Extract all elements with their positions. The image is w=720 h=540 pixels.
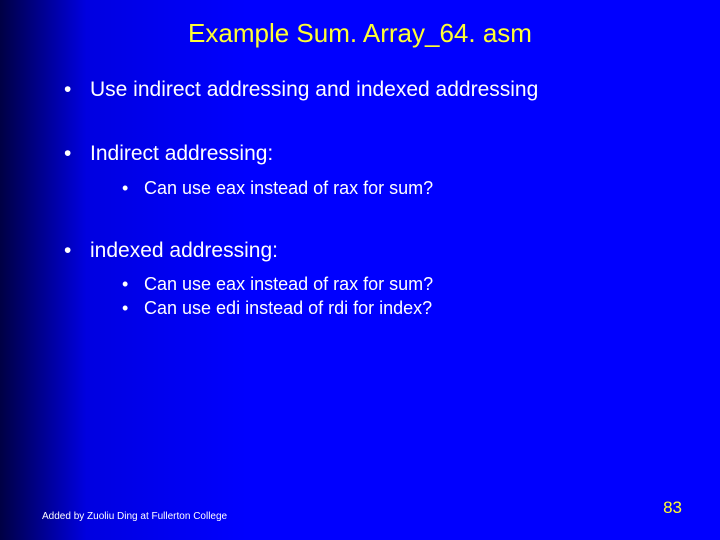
sub-bullet-item: Can use eax instead of rax for sum? bbox=[118, 272, 680, 296]
bullet-text: Indirect addressing: bbox=[90, 142, 273, 165]
slide: Example Sum. Array_64. asm Use indirect … bbox=[0, 0, 720, 540]
sub-bullet-text: Can use edi instead of rdi for index? bbox=[144, 298, 432, 318]
sub-bullet-list: Can use eax instead of rax for sum? Can … bbox=[118, 272, 680, 321]
bullet-text: Use indirect addressing and indexed addr… bbox=[90, 78, 538, 101]
page-number: 83 bbox=[663, 498, 682, 518]
bullet-item: Use indirect addressing and indexed addr… bbox=[60, 77, 680, 103]
slide-content: Use indirect addressing and indexed addr… bbox=[0, 77, 720, 321]
footer-credit: Added by Zuoliu Ding at Fullerton Colleg… bbox=[42, 511, 227, 522]
bullet-list: Use indirect addressing and indexed addr… bbox=[60, 77, 680, 321]
bullet-item: indexed addressing: Can use eax instead … bbox=[60, 238, 680, 321]
slide-title: Example Sum. Array_64. asm bbox=[0, 0, 720, 77]
sub-bullet-list: Can use eax instead of rax for sum? bbox=[118, 176, 680, 200]
bullet-item: Indirect addressing: Can use eax instead… bbox=[60, 141, 680, 200]
bullet-text: indexed addressing: bbox=[90, 239, 278, 262]
sub-bullet-item: Can use eax instead of rax for sum? bbox=[118, 176, 680, 200]
sub-bullet-item: Can use edi instead of rdi for index? bbox=[118, 296, 680, 320]
sub-bullet-text: Can use eax instead of rax for sum? bbox=[144, 274, 433, 294]
sub-bullet-text: Can use eax instead of rax for sum? bbox=[144, 178, 433, 198]
